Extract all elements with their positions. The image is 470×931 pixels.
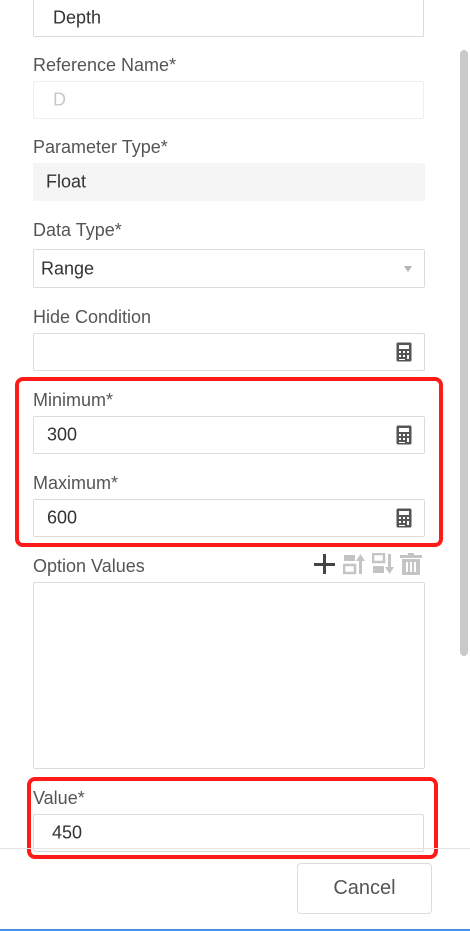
trash-icon[interactable] [400, 553, 422, 575]
name-input[interactable]: Depth [33, 0, 424, 37]
calculator-icon[interactable] [396, 425, 412, 445]
hide-condition-label: Hide Condition [33, 307, 152, 327]
value-input[interactable]: 450 [33, 814, 424, 852]
option-values-list[interactable] [33, 582, 425, 769]
parameter-type-label: Parameter Type* [33, 137, 168, 157]
maximum-label: Maximum* [33, 473, 119, 493]
data-type-value: Range [41, 258, 95, 278]
option-values-label: Option Values [33, 556, 145, 576]
reference-name-value: D [53, 89, 66, 110]
footer-divider [0, 848, 470, 849]
reference-name-input[interactable]: D [33, 81, 424, 119]
minimum-value: 300 [47, 424, 78, 445]
calculator-icon[interactable] [396, 342, 412, 362]
move-down-icon[interactable] [372, 553, 394, 575]
minimum-input[interactable]: 300 [33, 416, 425, 454]
hide-condition-input[interactable] [33, 333, 425, 371]
data-type-label: Data Type* [33, 220, 122, 240]
parameter-type-field: Float [33, 163, 425, 201]
value-value: 450 [52, 822, 83, 843]
calculator-icon[interactable] [396, 508, 412, 528]
name-input-value: Depth [53, 7, 102, 27]
move-up-icon[interactable] [343, 553, 365, 575]
data-type-select[interactable]: Range [33, 249, 425, 288]
scrollbar-thumb[interactable] [460, 50, 468, 656]
chevron-down-icon [404, 265, 412, 272]
minimum-label: Minimum* [33, 390, 114, 410]
parameter-form-panel: Depth Reference Name* D Parameter Type* … [0, 0, 470, 931]
maximum-value: 600 [47, 507, 78, 528]
plus-icon[interactable] [313, 553, 335, 575]
parameter-type-value: Float [46, 171, 87, 192]
value-label: Value* [33, 788, 85, 808]
reference-name-label: Reference Name* [33, 55, 177, 75]
maximum-input[interactable]: 600 [33, 499, 425, 537]
cancel-button[interactable]: Cancel [297, 863, 432, 914]
